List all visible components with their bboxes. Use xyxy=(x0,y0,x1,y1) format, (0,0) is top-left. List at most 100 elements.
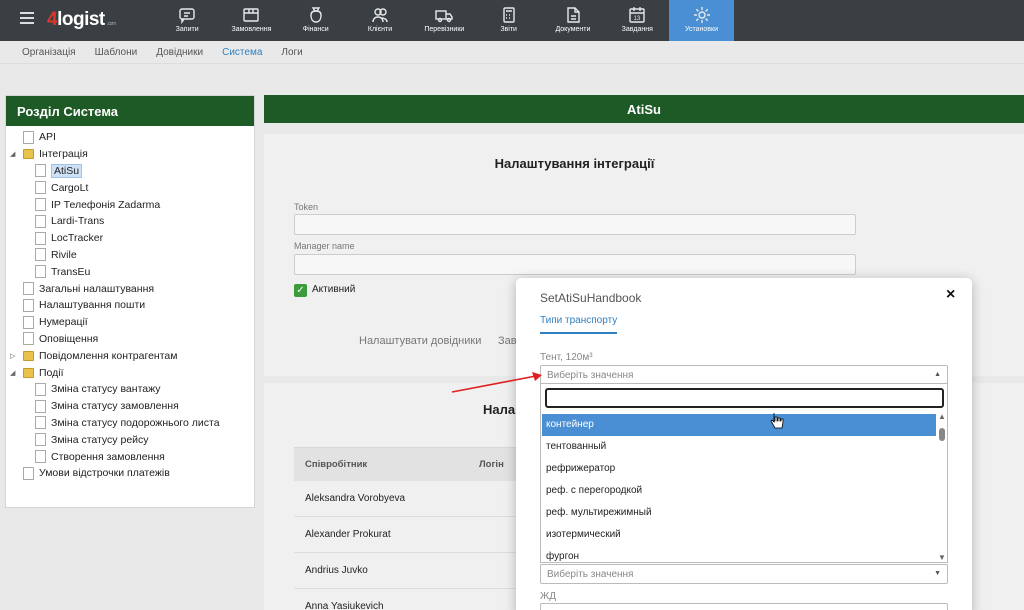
second-tab-link[interactable]: Зав xyxy=(498,335,517,347)
handbook-modal: SetAtiSuHandbook × Типи транспорту Тент,… xyxy=(516,278,972,610)
document-icon xyxy=(35,450,46,464)
tree-item-label: Зміна статусу вантажу xyxy=(51,383,161,396)
gear-icon xyxy=(693,7,710,23)
token-label: Token xyxy=(294,202,319,212)
nav-item-calendar[interactable]: 13 Завдання xyxy=(605,0,669,41)
value-select[interactable]: Виберіть значення ▲ xyxy=(540,365,948,385)
nav-item-users[interactable]: Клієнти xyxy=(348,0,412,41)
column-employee[interactable]: Співробітник xyxy=(305,459,367,470)
tree-item[interactable]: Оповіщення xyxy=(6,331,254,348)
tree-item-label: Зміна статусу замовлення xyxy=(51,400,179,413)
tree-item[interactable]: API xyxy=(6,129,254,146)
tree-item[interactable]: Умови відстрочки платежів xyxy=(6,465,254,482)
field-label: ЖД xyxy=(540,591,557,602)
tree-item-label: Налаштування пошти xyxy=(39,299,146,312)
expanded-icon[interactable]: ◢ xyxy=(10,150,15,158)
configure-handbooks-link[interactable]: Налаштувати довідники xyxy=(359,335,481,347)
active-checkbox[interactable]: ✓ xyxy=(294,284,307,297)
tree-item[interactable]: TransEu xyxy=(6,263,254,280)
tree-item[interactable]: Lardi-Trans xyxy=(6,213,254,230)
nav-item-truck[interactable]: Перевізники xyxy=(412,0,476,41)
tree-item[interactable]: LocTracker xyxy=(6,230,254,247)
tree-item[interactable]: ◢ Події xyxy=(6,364,254,381)
modal-title: SetAtiSuHandbook xyxy=(540,291,642,305)
dropdown-option[interactable]: контейнер xyxy=(542,414,936,436)
employees-card-title: Нала xyxy=(483,402,516,417)
dropdown-options: контейнер тентованный рефрижератор реф. с п… xyxy=(542,414,936,562)
close-icon[interactable]: × xyxy=(946,286,955,304)
top-bar: 4logist .com Запити Замовлення Фінанси Клієн… xyxy=(0,0,1024,41)
tree-item[interactable]: Rivile xyxy=(6,247,254,264)
document-icon xyxy=(35,382,46,396)
column-login[interactable]: Логін xyxy=(479,459,504,470)
scrollbar-thumb[interactable] xyxy=(939,428,945,441)
document-icon xyxy=(23,130,34,144)
section-tree: API ◢ Інтеграція AtiSu CargoLt IP Телефонія Z… xyxy=(6,126,254,482)
chat-icon xyxy=(179,8,195,24)
tree-item[interactable]: Загальні налаштування xyxy=(6,280,254,297)
nav-item-calculator[interactable]: Звіти xyxy=(476,0,540,41)
dropdown-option[interactable]: изотермический xyxy=(542,524,936,546)
select-placeholder: Виберіть значення xyxy=(547,569,634,580)
subnav-link[interactable]: Система xyxy=(222,47,262,58)
tree-item[interactable]: Зміна статусу рейсу xyxy=(6,431,254,448)
tree-item[interactable]: CargoLt xyxy=(6,179,254,196)
nav-item-chat[interactable]: Запити xyxy=(155,0,219,41)
tree-item-label: Загальні налаштування xyxy=(39,282,155,295)
nav-item-box[interactable]: Замовлення xyxy=(219,0,283,41)
nav-item-gear[interactable]: Установки xyxy=(669,0,734,41)
dropdown-option[interactable]: тентованный xyxy=(542,436,936,458)
token-input[interactable] xyxy=(294,214,856,235)
expanded-icon[interactable]: ◢ xyxy=(10,369,15,377)
subnav-link[interactable]: Організація xyxy=(22,47,76,58)
box-icon xyxy=(243,8,260,22)
subnav-link[interactable]: Довідники xyxy=(156,47,203,58)
logo[interactable]: 4logist .com xyxy=(47,9,116,31)
select-placeholder: Виберіть значення xyxy=(547,370,634,381)
tree-item-label: Нумерації xyxy=(39,316,88,329)
tree-item[interactable]: Зміна статусу вантажу xyxy=(6,381,254,398)
tree-item[interactable]: ◢ Інтеграція xyxy=(6,146,254,163)
scroll-up-icon[interactable]: ▲ xyxy=(938,412,946,421)
dropdown-option[interactable]: рефрижератор xyxy=(542,458,936,480)
tree-item[interactable]: ▷ Повідомлення контрагентам xyxy=(6,347,254,364)
manager-name-input[interactable] xyxy=(294,254,856,275)
nav-item-money-bag[interactable]: Фінанси xyxy=(284,0,348,41)
value-select[interactable] xyxy=(540,603,948,610)
money-bag-icon xyxy=(310,7,322,23)
tab-transport-types[interactable]: Типи транспорту xyxy=(540,315,618,334)
tree-item[interactable]: IP Телефонія Zadarma xyxy=(6,196,254,213)
tree-item-label: Повідомлення контрагентам xyxy=(39,349,178,362)
hand-cursor-icon xyxy=(770,413,784,429)
folder-icon xyxy=(23,149,34,160)
dropdown-option[interactable]: реф. с перегородкой xyxy=(542,480,936,502)
scroll-down-icon[interactable]: ▼ xyxy=(938,553,946,562)
tree-item[interactable]: AtiSu xyxy=(6,163,254,180)
dropdown-search-input[interactable] xyxy=(545,388,944,408)
tree-item[interactable]: Створення замовлення xyxy=(6,448,254,465)
nav-item-document[interactable]: Документи xyxy=(541,0,605,41)
manager-name-label: Manager name xyxy=(294,241,355,251)
svg-text:13: 13 xyxy=(634,16,641,22)
select-dropdown: контейнер тентованный рефрижератор реф. с п… xyxy=(540,383,948,563)
tree-item[interactable]: Нумерації xyxy=(6,314,254,331)
collapsed-icon[interactable]: ▷ xyxy=(10,352,15,360)
nav-item-label: Фінанси xyxy=(302,26,329,33)
nav-item-label: Документи xyxy=(555,26,591,33)
hamburger-menu-icon[interactable] xyxy=(20,12,34,24)
truck-icon xyxy=(435,10,454,23)
tree-item[interactable]: Налаштування пошти xyxy=(6,297,254,314)
dropdown-scrollbar[interactable]: ▲ ▼ xyxy=(937,412,947,562)
dropdown-option[interactable]: реф. мультирежимный xyxy=(542,502,936,524)
tree-item-label: CargoLt xyxy=(51,181,89,194)
subnav-link[interactable]: Шаблони xyxy=(95,47,138,58)
nav-item-label: Замовлення xyxy=(231,26,272,33)
folder-icon xyxy=(23,350,34,361)
nav-item-label: Установки xyxy=(685,26,718,33)
tree-item[interactable]: Зміна статусу подорожнього листа xyxy=(6,415,254,432)
tree-item[interactable]: Зміна статусу замовлення xyxy=(6,398,254,415)
dropdown-option[interactable]: фургон xyxy=(542,546,936,562)
document-icon xyxy=(23,298,34,312)
subnav-link[interactable]: Логи xyxy=(281,47,302,58)
value-select[interactable]: Виберіть значення ▼ xyxy=(540,564,948,584)
